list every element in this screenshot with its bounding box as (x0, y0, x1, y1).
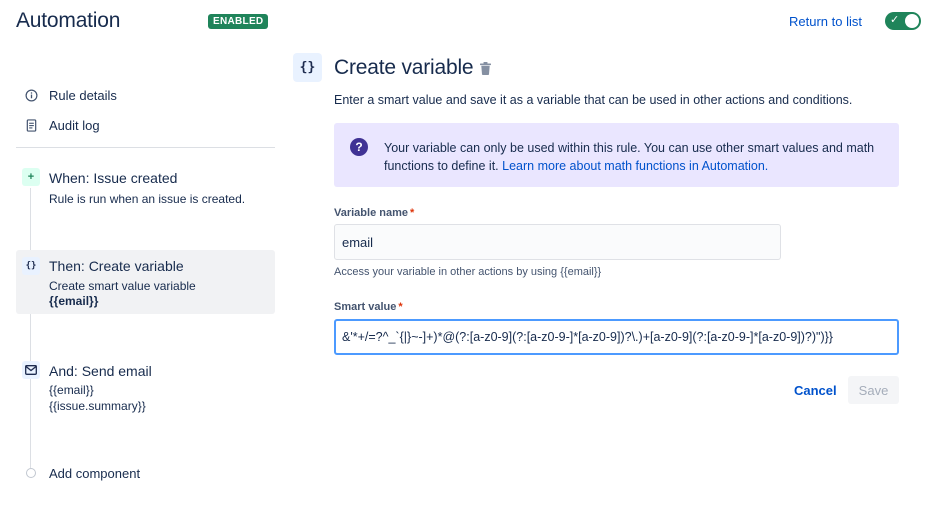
rule-enabled-toggle[interactable]: ✓ (885, 12, 921, 30)
app-title: Automation (16, 9, 121, 32)
math-functions-link[interactable]: Learn more about math functions in Autom… (502, 159, 768, 173)
sidebar-divider (16, 147, 275, 148)
trash-icon[interactable] (480, 62, 491, 76)
variable-name-help: Access your variable in other actions by… (334, 266, 602, 278)
component-trigger[interactable]: + When: Issue created Rule is run when a… (16, 162, 275, 212)
return-to-list-link[interactable]: Return to list (789, 14, 862, 29)
cancel-button[interactable]: Cancel (787, 377, 844, 403)
document-icon (24, 118, 38, 132)
info-circle-icon (24, 88, 38, 102)
add-component-button[interactable]: Add component (16, 464, 275, 484)
component-create-variable[interactable]: {} Then: Create variable Create smart va… (16, 250, 275, 314)
component-subtitle: Rule is run when an issue is created. (49, 192, 246, 206)
component-send-email[interactable]: And: Send email {{email}} {{issue.summar… (16, 358, 275, 418)
smart-value-label-text: Smart value (334, 301, 397, 313)
toggle-knob (905, 14, 919, 28)
smart-value-label: Smart value * (334, 301, 403, 313)
info-panel: ? Your variable can only be used within … (334, 123, 899, 187)
timeline-line (30, 188, 31, 468)
smart-value-input[interactable] (334, 319, 899, 355)
mail-icon (22, 361, 40, 379)
variable-name-label: Variable name * (334, 207, 415, 219)
status-badge: ENABLED (208, 14, 269, 29)
add-component-label: Add component (49, 466, 141, 481)
add-dot-icon (26, 468, 36, 478)
question-icon: ? (350, 138, 368, 156)
page-description: Enter a smart value and save it as a var… (334, 93, 853, 107)
audit-log-link[interactable]: Audit log (24, 115, 100, 135)
variable-name-label-text: Variable name (334, 207, 408, 219)
component-title: Then: Create variable (49, 258, 184, 274)
save-button[interactable]: Save (848, 376, 899, 404)
component-title: And: Send email (49, 363, 152, 379)
component-title: When: Issue created (49, 170, 178, 186)
info-text: Your variable can only be used within th… (384, 139, 884, 175)
audit-log-label: Audit log (49, 117, 100, 133)
rule-details-link[interactable]: Rule details (24, 85, 117, 105)
plus-icon: + (22, 168, 40, 186)
component-line-2: {{issue.summary}} (49, 399, 146, 413)
check-icon: ✓ (890, 14, 900, 26)
component-subtitle: Create smart value variable (49, 279, 196, 293)
braces-icon: {} (22, 257, 40, 275)
braces-icon: {} (293, 53, 322, 82)
rule-details-label: Rule details (49, 87, 117, 103)
page-title: Create variable (334, 56, 474, 79)
component-line-1: {{email}} (49, 383, 94, 397)
header: Automation ENABLED Return to list ✓ (0, 0, 938, 44)
component-variable-name: {{email}} (49, 294, 99, 308)
variable-name-input[interactable] (334, 224, 781, 260)
